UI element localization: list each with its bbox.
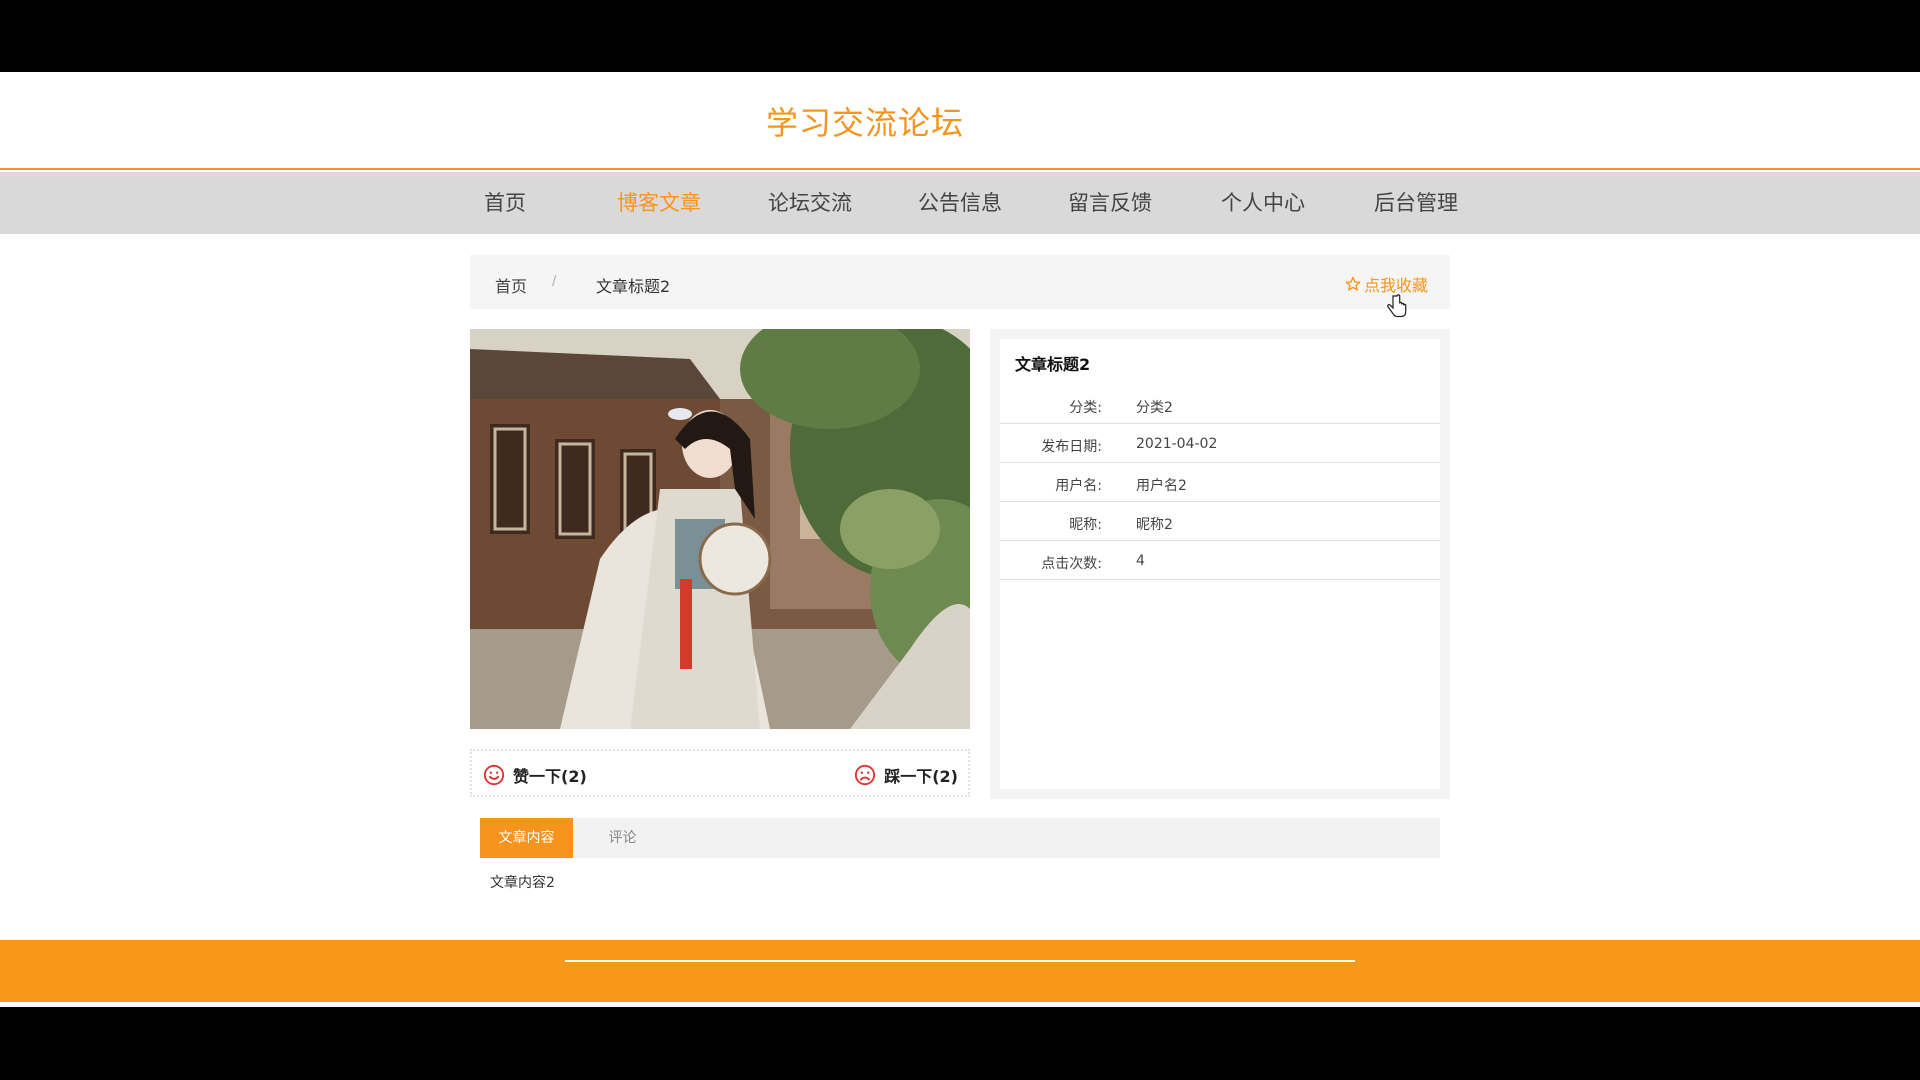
- info-value: 2021-04-02: [1136, 436, 1218, 452]
- info-value: 昵称2: [1136, 517, 1173, 533]
- star-outline-icon: [1345, 276, 1361, 291]
- nav-item-home[interactable]: 首页: [484, 172, 526, 234]
- main-nav: 首页 博客文章 论坛交流 公告信息 留言反馈 个人中心 后台管理: [0, 172, 1920, 234]
- breadcrumb-separator: /: [552, 274, 557, 289]
- smile-icon: [483, 764, 505, 786]
- nav-item-profile[interactable]: 个人中心: [1221, 172, 1305, 234]
- site-title[interactable]: 学习交流论坛: [766, 98, 964, 144]
- favorite-button[interactable]: 点我收藏: [1345, 272, 1428, 296]
- favorite-label: 点我收藏: [1363, 276, 1428, 295]
- info-row-nickname: 昵称: 昵称2: [1000, 502, 1440, 541]
- like-button[interactable]: 赞一下(2): [483, 763, 587, 787]
- info-value: 分类2: [1136, 400, 1173, 416]
- dislike-label: 踩一下(2): [884, 767, 958, 786]
- breadcrumb: 首页 / 文章标题2 点我收藏: [470, 255, 1450, 309]
- nav-item-blog[interactable]: 博客文章: [617, 172, 701, 234]
- article-info-panel: 文章标题2 分类: 分类2 发布日期: 2021-04-02 用户名: 用户名2…: [990, 329, 1450, 799]
- nav-item-forum[interactable]: 论坛交流: [768, 172, 852, 234]
- nav-item-notice[interactable]: 公告信息: [918, 172, 1002, 234]
- article-info-card: 文章标题2 分类: 分类2 发布日期: 2021-04-02 用户名: 用户名2…: [1000, 339, 1440, 789]
- info-label: 用户名:: [1055, 478, 1102, 494]
- tab-content[interactable]: 文章内容: [480, 818, 573, 858]
- frown-icon: [855, 764, 876, 786]
- info-value: 4: [1136, 553, 1145, 569]
- header: 学习交流论坛: [0, 72, 1920, 170]
- like-label: 赞一下(2): [513, 767, 587, 786]
- vote-bar: 赞一下(2) 踩一下(2): [470, 749, 970, 797]
- info-label: 发布日期:: [1041, 439, 1102, 455]
- tab-comments[interactable]: 评论: [573, 818, 672, 858]
- article-image: [470, 329, 970, 729]
- info-row-category: 分类: 分类2: [1000, 385, 1440, 424]
- hand-cursor-icon: [1387, 294, 1407, 318]
- breadcrumb-home[interactable]: 首页: [495, 273, 527, 297]
- info-row-username: 用户名: 用户名2: [1000, 463, 1440, 502]
- dislike-button[interactable]: 踩一下(2): [854, 763, 958, 787]
- article-content: 文章内容2: [490, 875, 555, 891]
- info-label: 昵称:: [1069, 517, 1102, 533]
- info-label: 点击次数:: [1041, 556, 1102, 572]
- breadcrumb-current: 文章标题2: [596, 277, 671, 296]
- info-row-date: 发布日期: 2021-04-02: [1000, 424, 1440, 463]
- page: 学习交流论坛 首页 博客文章 论坛交流 公告信息 留言反馈 个人中心 后台管理 …: [0, 72, 1920, 1007]
- article-info-table: 分类: 分类2 发布日期: 2021-04-02 用户名: 用户名2 昵称: 昵…: [1000, 385, 1440, 580]
- nav-item-feedback[interactable]: 留言反馈: [1068, 172, 1152, 234]
- article-title: 文章标题2: [1015, 355, 1091, 374]
- article-tabs: 文章内容 评论: [480, 818, 1440, 858]
- info-value: 用户名2: [1136, 478, 1187, 494]
- nav-item-admin[interactable]: 后台管理: [1374, 172, 1458, 234]
- info-row-clicks: 点击次数: 4: [1000, 541, 1440, 580]
- footer-divider: [565, 960, 1355, 962]
- footer: [0, 940, 1920, 1002]
- info-label: 分类:: [1069, 400, 1102, 416]
